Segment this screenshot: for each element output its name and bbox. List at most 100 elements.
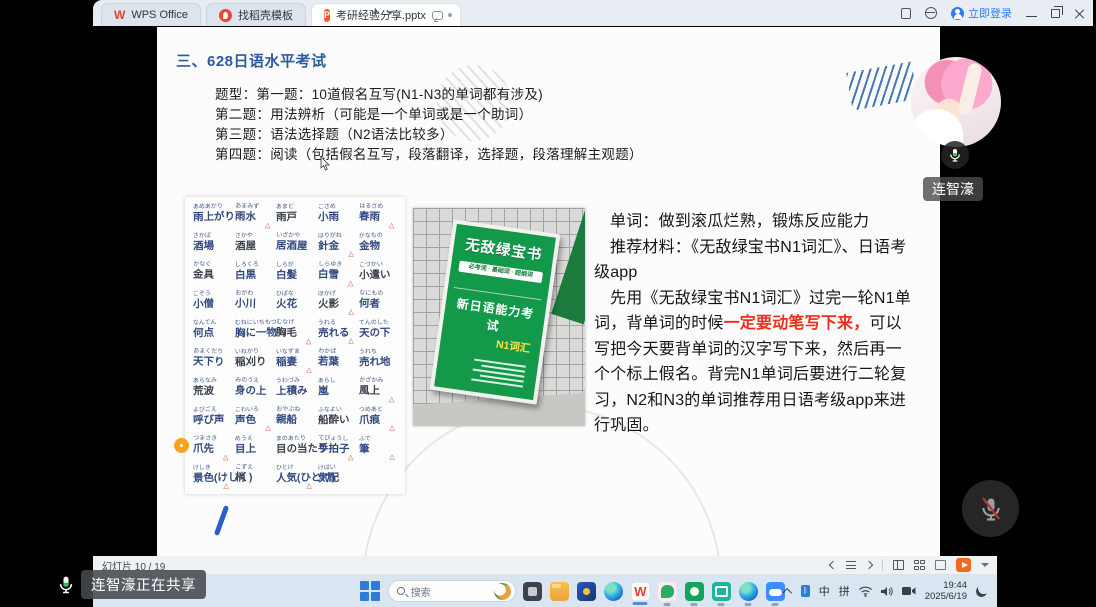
word: 居酒屋: [276, 239, 318, 252]
meeting-shared-screen: W WPS Office 找稻壳模板 P 考研经验分享.pptx +: [0, 0, 1096, 607]
vocab-item: うわづみ 上積み: [276, 378, 318, 404]
body-line: 题型：第一题：10道假名互写(N1-N3的单词都有涉及): [168, 85, 643, 105]
previous-slide-icon[interactable]: [829, 561, 837, 569]
check-mark: △: [264, 223, 270, 229]
vocab-item: ふなよい 船酔い: [318, 407, 360, 433]
camera-in-use-icon[interactable]: [902, 586, 916, 596]
wechat-icon[interactable]: [658, 582, 677, 601]
minimize-button[interactable]: [1026, 16, 1037, 17]
vocab-item: おやぶね 親船: [276, 406, 318, 432]
tab-wps-office[interactable]: W WPS Office: [101, 3, 201, 26]
slide-sorter-icon[interactable]: [914, 560, 925, 570]
word: 胸に一物: [235, 327, 277, 340]
ime-mode-indicator[interactable]: 拼: [839, 583, 850, 599]
taskbar-clock[interactable]: 19:44 2025/6/19: [925, 580, 967, 602]
word: 気配: [318, 472, 360, 485]
vocab-item: いなずま 稲妻 △: [276, 349, 318, 375]
reading-view-icon[interactable]: [935, 560, 946, 570]
word: 身の上: [234, 384, 276, 397]
vocab-item: こづかい 小遣い: [359, 262, 401, 288]
tab-docer-templates[interactable]: 找稻壳模板: [206, 3, 306, 26]
start-button[interactable]: [360, 581, 380, 601]
blue-pen-stroke: [214, 505, 229, 536]
file-explorer-icon[interactable]: [550, 582, 569, 601]
vocab-item: はるさめ 春雨 △: [359, 203, 401, 229]
book-title: 无敌绿宝书: [459, 233, 549, 266]
task-view-icon[interactable]: [523, 582, 542, 601]
edge-browser-icon[interactable]: [604, 582, 623, 601]
mute-button[interactable]: [962, 480, 1019, 537]
meeting-app-icon[interactable]: [685, 582, 704, 601]
login-button[interactable]: 立即登录: [951, 5, 1012, 21]
book-band: 必考词 · 基础词 · 超纲词: [458, 261, 543, 284]
mic-muted-icon: [977, 495, 1005, 523]
weather-widget-icon[interactable]: [494, 583, 511, 600]
vocab-item: ひばな 火花: [276, 291, 318, 317]
word: 白髪: [276, 269, 318, 282]
vocab-item: まのあたり 目の当たり: [276, 436, 318, 462]
word: 目の当たり: [276, 443, 318, 456]
vocab-item: うれる 売れる △: [318, 320, 360, 346]
slide[interactable]: 三、628日语水平考试 题型：第一题：10道假名互写(N1-N3的单词都有涉及)…: [157, 27, 940, 556]
vocab-tip-line: 单词：做到滚瓜烂熟，锻炼反应能力: [594, 209, 912, 235]
webcam-avatar[interactable]: [911, 57, 1001, 147]
word: 金物: [359, 240, 401, 253]
word: 雨戸: [276, 211, 318, 224]
tab-label: 找稻壳模板: [238, 7, 293, 23]
vocab-item: あまど 雨戸: [276, 204, 318, 230]
vocab-item: しろくろ 白黒: [234, 262, 276, 288]
vocab-item: はりがね 針金 △: [318, 233, 360, 259]
check-mark: △: [223, 484, 228, 490]
ime-language-indicator[interactable]: 中: [819, 583, 830, 599]
check-mark: △: [390, 455, 395, 461]
workspace-icon[interactable]: [901, 8, 911, 19]
wps-logo-icon: W: [114, 8, 125, 22]
book-photo: 无敌绿宝书 必考词 · 基础词 · 超纲词 新日语能力考试 N1词汇: [413, 208, 585, 426]
wps-statusbar: 幻灯片 10 / 19: [93, 556, 997, 575]
browser-icon[interactable]: [739, 582, 758, 601]
normal-view-icon[interactable]: [893, 560, 904, 570]
paragraph-text: 可以写把今天要背单词的汉字写下来，然后再一个个标上假名。背完N1单词后要进行二轮…: [594, 315, 906, 434]
vocab-item: むねにいちもつ 胸に一物: [234, 320, 276, 346]
slideshow-play-button[interactable]: [956, 558, 971, 572]
slide-list-icon[interactable]: [846, 561, 856, 569]
vocab-item: こわいろ 声色 △: [234, 407, 276, 433]
vocab-item: あらなみ 荒波: [193, 378, 235, 404]
check-mark: △: [223, 455, 229, 461]
wps-titlebar: W WPS Office 找稻壳模板 P 考研经验分享.pptx +: [93, 0, 1093, 26]
orange-ring-annotation: [174, 438, 189, 453]
wps-taskbar-icon[interactable]: W: [631, 582, 650, 601]
next-slide-icon[interactable]: [865, 561, 873, 569]
volume-icon[interactable]: [881, 586, 893, 597]
word: 何点: [193, 327, 235, 340]
comment-bubble-icon[interactable]: [432, 11, 443, 20]
globe-icon[interactable]: [925, 7, 937, 19]
restore-button[interactable]: [1051, 9, 1060, 18]
tab-list-caret-icon[interactable]: [386, 11, 394, 19]
tab-label: WPS Office: [131, 9, 188, 21]
vocab-item: さかや 酒屋: [234, 233, 276, 259]
vocab-item: あらし 嵐: [318, 378, 360, 404]
vocab-item: わかば 若葉: [317, 348, 359, 374]
wps-canvas: 三、628日语水平考试 题型：第一题：10道假名互写(N1-N3的单词都有涉及)…: [93, 26, 997, 556]
word: 目上: [235, 443, 277, 456]
word: 金具: [193, 268, 235, 281]
play-options-caret-icon[interactable]: [981, 563, 989, 571]
bluetooth-icon[interactable]: ᛒ: [801, 585, 810, 597]
handwritten-notes-photo: あめあがり 雨上がり あまみず 雨水 △ あまど 雨戸: [185, 197, 405, 494]
check-mark: △: [348, 281, 354, 287]
vocab-item: かなぐ 金具: [193, 261, 235, 287]
sharing-indicator[interactable]: 连智濠正在共享: [56, 570, 206, 599]
wifi-icon[interactable]: [859, 586, 872, 597]
vocab-item: かなもの 金物: [359, 233, 401, 259]
book-bullet-lines: [442, 354, 532, 388]
screen-share-app-icon[interactable]: [712, 582, 731, 601]
check-mark: △: [390, 426, 395, 432]
taskbar-search[interactable]: 搜索: [388, 580, 516, 602]
method-paragraph: 先用《无敌绿宝书N1词汇》过完一轮N1单词，背单词的时候一定要动笔写下来，可以写…: [594, 286, 912, 439]
close-button[interactable]: [1074, 8, 1085, 19]
vocab-item: ひとけ 人気(ひとけ) △: [276, 465, 318, 491]
app-icon-blue[interactable]: [577, 582, 596, 601]
new-tab-button[interactable]: +: [371, 4, 394, 21]
paragraph-red-emphasis: 一定要动笔写下来，: [724, 315, 870, 332]
